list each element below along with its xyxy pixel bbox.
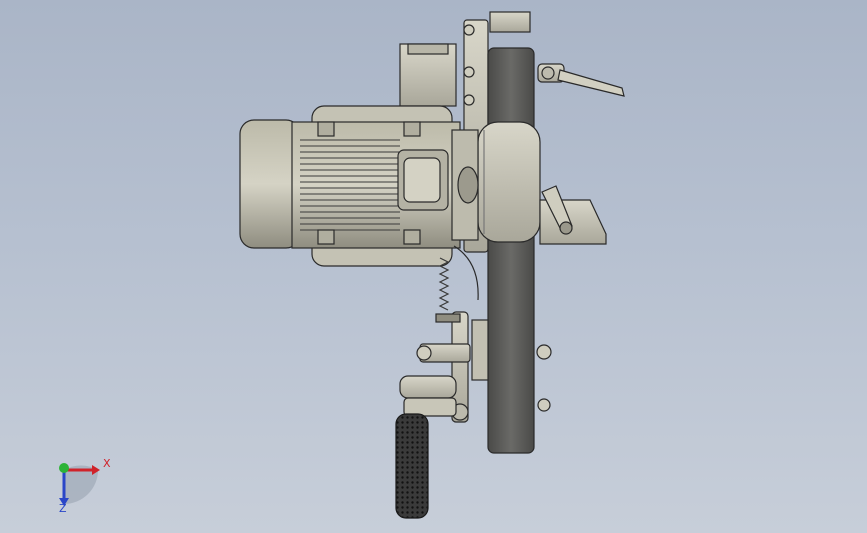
side-plate <box>539 185 607 245</box>
handle-clamp <box>399 375 457 417</box>
x-axis-label: X <box>103 457 111 470</box>
coordinate-triad <box>59 463 100 506</box>
grinding-belt <box>487 47 535 454</box>
tension-lever <box>537 63 625 97</box>
drive-wheel <box>477 121 541 243</box>
belt-grinder-model <box>59 11 625 519</box>
z-axis-label: Z <box>59 502 67 515</box>
spring-guide <box>453 245 479 301</box>
cad-viewport[interactable]: X Z <box>0 0 867 533</box>
grip-handle <box>395 413 429 519</box>
y-axis-marker <box>59 463 69 473</box>
electric-motor <box>239 105 479 267</box>
